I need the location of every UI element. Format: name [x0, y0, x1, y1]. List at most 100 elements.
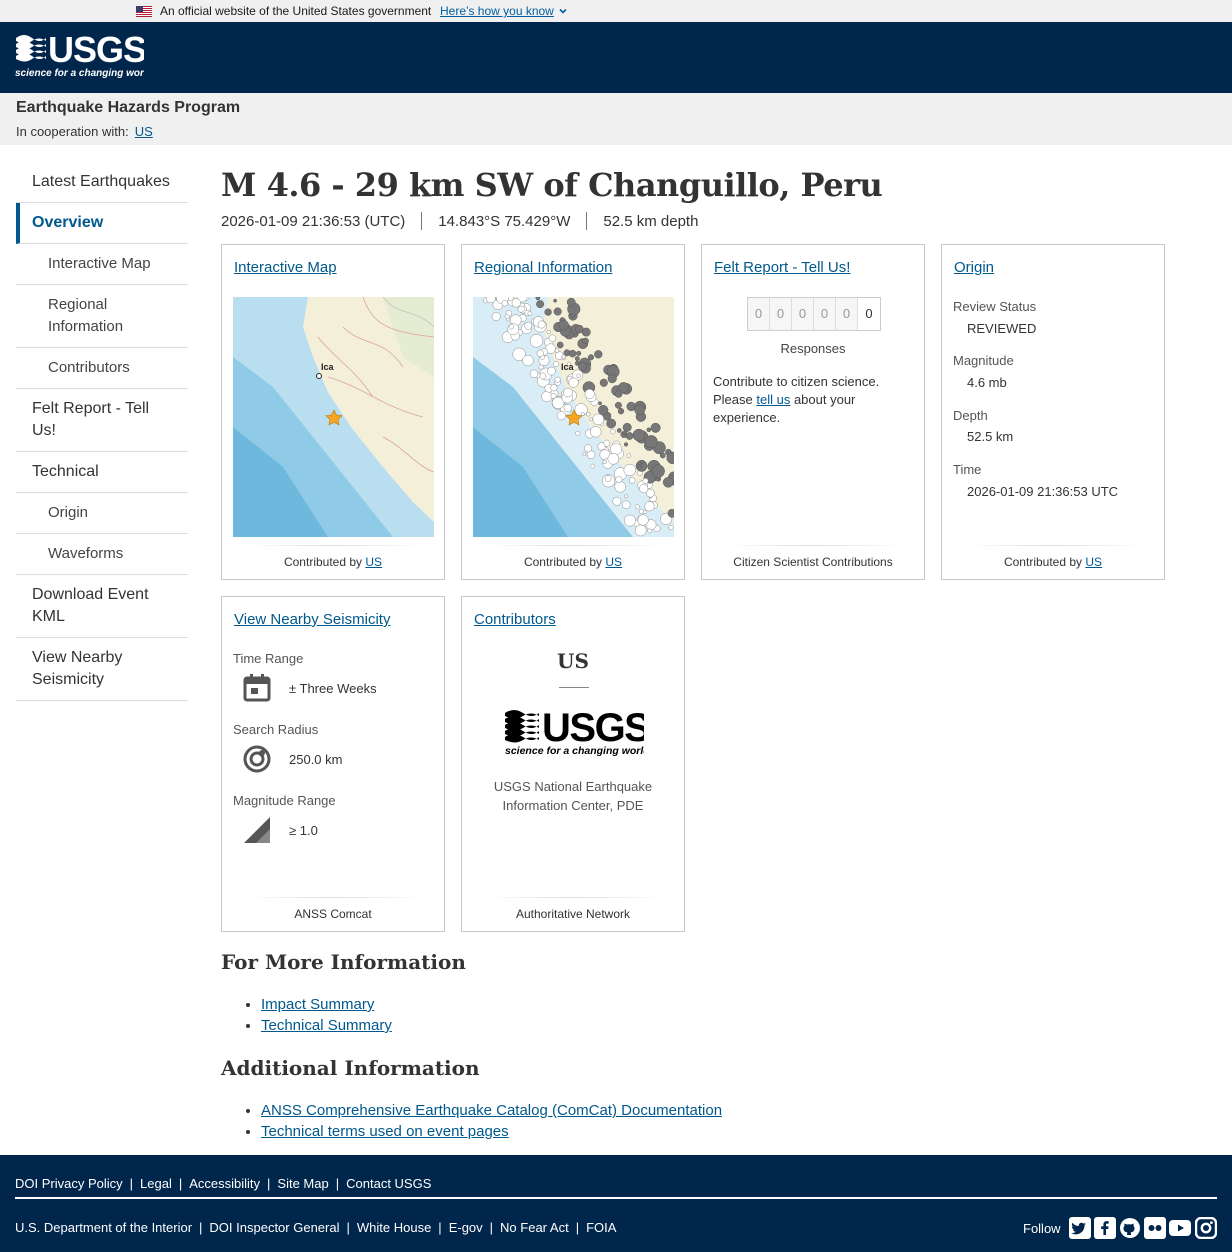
contributor-link[interactable]: US — [605, 555, 622, 569]
interactive-map-thumbnail[interactable]: Ica — [233, 297, 434, 537]
time-label: Time — [953, 462, 982, 477]
footer-link-no-fear-act[interactable]: No Fear Act — [500, 1220, 569, 1235]
chevron-down-icon[interactable] — [557, 5, 569, 17]
nearby-seismicity-link[interactable]: View Nearby Seismicity — [234, 611, 390, 628]
earthquake-marker — [535, 297, 541, 301]
earthquake-marker — [616, 428, 622, 433]
footer-link-legal[interactable]: Legal — [140, 1176, 172, 1191]
regional-map-thumbnail[interactable]: Ica — [473, 297, 674, 537]
footer-link-inspector-general[interactable]: DOI Inspector General — [209, 1220, 339, 1235]
earthquake-marker — [637, 463, 642, 469]
technical-summary-link[interactable]: Technical Summary — [261, 1017, 392, 1034]
usgs-logo[interactable]: USGS science for a changing world — [14, 30, 144, 80]
divider — [421, 212, 423, 230]
contributor-link[interactable]: US — [1085, 555, 1102, 569]
footer-link-privacy[interactable]: DOI Privacy Policy — [15, 1176, 123, 1191]
impact-summary-link[interactable]: Impact Summary — [261, 996, 374, 1013]
felt-report-card[interactable]: Felt Report - Tell Us! 0 0 0 0 0 0 Respo… — [701, 244, 925, 580]
regional-information-card[interactable]: Regional Information Ica Contributed by … — [461, 244, 685, 580]
earthquake-marker — [662, 477, 674, 488]
sidebar-item-interactive-map[interactable]: Interactive Map — [16, 244, 188, 285]
additional-info-list: ANSS Comprehensive Earthquake Catalog (C… — [261, 1100, 1121, 1142]
interactive-map-card[interactable]: Interactive Map Ica Contributed by US — [221, 244, 445, 580]
earthquake-marker — [617, 408, 625, 415]
logo-tagline: science for a changing world — [15, 68, 144, 79]
counter-digit: 0 — [770, 298, 792, 330]
sidebar-item-overview[interactable]: Overview — [16, 203, 188, 244]
footer-link-contact[interactable]: Contact USGS — [346, 1176, 431, 1191]
footer-link-doi[interactable]: U.S. Department of the Interior — [15, 1220, 192, 1235]
tell-us-link[interactable]: tell us — [756, 392, 790, 407]
earthquake-marker — [563, 387, 573, 398]
earthquake-marker — [621, 500, 631, 510]
sidebar-item-waveforms[interactable]: Waveforms — [16, 534, 188, 575]
technical-terms-link[interactable]: Technical terms used on event pages — [261, 1123, 509, 1140]
earthquake-marker — [651, 464, 665, 478]
earthquake-marker — [587, 354, 595, 361]
contributor-link[interactable]: US — [365, 555, 382, 569]
contributors-card[interactable]: Contributors US USGS science for a chang… — [461, 596, 685, 932]
depth-label: Depth — [953, 408, 988, 423]
footer-link-foia[interactable]: FOIA — [586, 1220, 616, 1235]
card-footer: Citizen Scientist Contributions — [702, 545, 924, 569]
felt-report-link[interactable]: Felt Report - Tell Us! — [714, 259, 850, 276]
sidebar-item-felt-report[interactable]: Felt Report - Tell Us! — [16, 389, 188, 452]
earthquake-marker — [536, 300, 545, 309]
gov-banner-text: An official website of the United States… — [160, 4, 432, 18]
regional-information-link[interactable]: Regional Information — [474, 259, 612, 276]
twitter-icon[interactable] — [1069, 1217, 1091, 1239]
origin-card[interactable]: Origin Review Status REVIEWED Magnitude … — [941, 244, 1165, 580]
sidebar-item-origin[interactable]: Origin — [16, 493, 188, 534]
footer-link-egov[interactable]: E-gov — [449, 1220, 483, 1235]
sidebar-item-latest-earthquakes[interactable]: Latest Earthquakes — [16, 162, 188, 203]
earthquake-marker — [570, 313, 575, 318]
sidebar-item-technical[interactable]: Technical — [16, 452, 188, 493]
flickr-icon[interactable] — [1144, 1217, 1166, 1239]
earthquake-marker — [637, 514, 649, 526]
footer-link-white-house[interactable]: White House — [357, 1220, 431, 1235]
earthquake-marker — [582, 452, 587, 456]
facebook-icon[interactable] — [1094, 1217, 1116, 1239]
earthquake-marker — [501, 300, 508, 307]
felt-description: Contribute to citizen science. Please te… — [713, 373, 903, 427]
earthquake-marker — [622, 422, 632, 432]
review-status-value: REVIEWED — [967, 321, 1037, 336]
origin-link[interactable]: Origin — [954, 259, 994, 276]
earthquake-marker — [574, 356, 580, 362]
footer-link-site-map[interactable]: Site Map — [277, 1176, 328, 1191]
contributors-link[interactable]: Contributors — [474, 611, 556, 628]
earthquake-marker — [582, 337, 589, 345]
sidebar-item-nearby-seismicity[interactable]: View Nearby Seismicity — [16, 638, 188, 701]
footer-link-accessibility[interactable]: Accessibility — [189, 1176, 260, 1191]
sidebar-item-contributors[interactable]: Contributors — [16, 348, 188, 389]
how-you-know-link[interactable]: Here’s how you know — [440, 4, 554, 18]
event-location: 14.843°S 75.429°W — [438, 212, 571, 230]
card-footer: ANSS Comcat — [222, 897, 444, 921]
interactive-map-link[interactable]: Interactive Map — [234, 259, 337, 276]
earthquake-marker — [544, 308, 552, 316]
earthquake-marker — [610, 443, 622, 456]
earthquake-marker — [623, 514, 636, 527]
youtube-icon[interactable] — [1169, 1217, 1191, 1239]
time-value: 2026-01-09 21:36:53 UTC — [967, 484, 1119, 499]
earthquake-marker — [610, 428, 616, 435]
instagram-icon[interactable] — [1195, 1217, 1217, 1239]
nearby-seismicity-card[interactable]: View Nearby Seismicity Time Range ± Thre… — [221, 596, 445, 932]
logo-tagline: science for a changing world — [505, 745, 644, 757]
review-status-label: Review Status — [953, 299, 1037, 314]
earthquake-marker — [634, 504, 640, 510]
divider — [586, 212, 588, 230]
earthquake-marker — [546, 329, 551, 334]
counter-digit: 0 — [836, 298, 858, 330]
github-icon[interactable] — [1119, 1217, 1141, 1239]
comcat-docs-link[interactable]: ANSS Comprehensive Earthquake Catalog (C… — [261, 1102, 722, 1119]
earthquake-marker — [612, 496, 622, 506]
sidebar-item-download-kml[interactable]: Download Event KML — [16, 575, 188, 638]
earthquake-marker — [646, 427, 652, 433]
contributor-network: US — [557, 649, 589, 673]
calendar-icon — [243, 674, 271, 702]
earthquake-marker — [640, 459, 645, 464]
coop-link[interactable]: US — [135, 124, 153, 139]
search-radius-label: Search Radius — [233, 722, 319, 737]
sidebar-item-regional-information[interactable]: Regional Information — [16, 285, 188, 348]
